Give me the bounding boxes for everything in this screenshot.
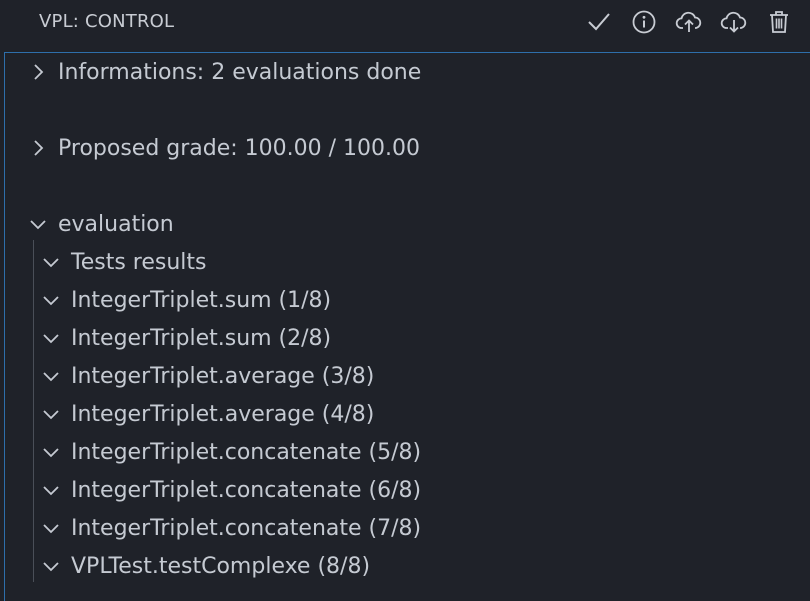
tree-item-test[interactable]: IntegerTriplet.sum (2/8)	[39, 319, 331, 357]
tree-item-test[interactable]: IntegerTriplet.concatenate (7/8)	[39, 509, 421, 547]
tree-item-test[interactable]: IntegerTriplet.concatenate (6/8)	[39, 471, 421, 509]
tree-item-test[interactable]: IntegerTriplet.concatenate (5/8)	[39, 433, 421, 471]
delete-button[interactable]	[763, 8, 794, 36]
tree-item-label: IntegerTriplet.concatenate (5/8)	[71, 439, 422, 465]
tree-item-proposed-grade[interactable]: Proposed grade: 100.00 / 100.00	[26, 129, 420, 167]
results-tree: Informations: 2 evaluations done Propose…	[4, 52, 810, 601]
tree-item-label: Tests results	[71, 249, 207, 275]
vpl-control-panel: VPL: CONTROL Informations: 2 evaluations…	[0, 0, 810, 601]
tree-item-label: IntegerTriplet.average (3/8)	[71, 363, 375, 389]
download-button[interactable]	[718, 8, 749, 36]
chevron-down-icon	[39, 364, 63, 388]
chevron-down-icon	[39, 288, 63, 312]
tree-item-label: evaluation	[58, 211, 174, 237]
panel-title: VPL: CONTROL	[39, 11, 175, 32]
indent-guide	[33, 240, 34, 582]
tree-item-test[interactable]: IntegerTriplet.average (4/8)	[39, 395, 374, 433]
check-button[interactable]	[583, 8, 614, 36]
tree-item-label: IntegerTriplet.concatenate (7/8)	[71, 515, 422, 541]
panel-header: VPL: CONTROL	[0, 0, 810, 46]
chevron-down-icon	[39, 402, 63, 426]
tree-item-label: IntegerTriplet.sum (2/8)	[71, 325, 332, 351]
cloud-download-icon	[720, 11, 746, 33]
tree-item-label: VPLTest.testComplexe (8/8)	[71, 553, 371, 579]
tree-item-tests-results[interactable]: Tests results	[39, 243, 206, 281]
upload-button[interactable]	[673, 8, 704, 36]
chevron-down-icon	[39, 250, 63, 274]
tree-item-label: Proposed grade: 100.00 / 100.00	[58, 135, 421, 161]
chevron-down-icon	[39, 440, 63, 464]
chevron-down-icon	[39, 516, 63, 540]
tree-item-label: Informations: 2 evaluations done	[58, 59, 422, 85]
chevron-right-icon	[26, 136, 50, 160]
tree-item-test[interactable]: VPLTest.testComplexe (8/8)	[39, 547, 370, 585]
info-button[interactable]	[628, 8, 659, 36]
chevron-right-icon	[26, 60, 50, 84]
tree-item-label: IntegerTriplet.average (4/8)	[71, 401, 375, 427]
tree-item-label: IntegerTriplet.sum (1/8)	[71, 287, 332, 313]
chevron-down-icon	[26, 212, 50, 236]
tree-item-label: IntegerTriplet.concatenate (6/8)	[71, 477, 422, 503]
chevron-down-icon	[39, 326, 63, 350]
tree-item-informations[interactable]: Informations: 2 evaluations done	[26, 53, 421, 91]
chevron-down-icon	[39, 554, 63, 578]
tree-item-test[interactable]: IntegerTriplet.sum (1/8)	[39, 281, 331, 319]
header-actions	[583, 8, 794, 36]
tree-item-evaluation[interactable]: evaluation	[26, 205, 174, 243]
trash-icon	[769, 11, 788, 33]
tree-item-test[interactable]: IntegerTriplet.average (3/8)	[39, 357, 374, 395]
check-icon	[587, 13, 610, 31]
chevron-down-icon	[39, 478, 63, 502]
info-icon	[632, 10, 655, 34]
cloud-upload-icon	[675, 11, 701, 32]
